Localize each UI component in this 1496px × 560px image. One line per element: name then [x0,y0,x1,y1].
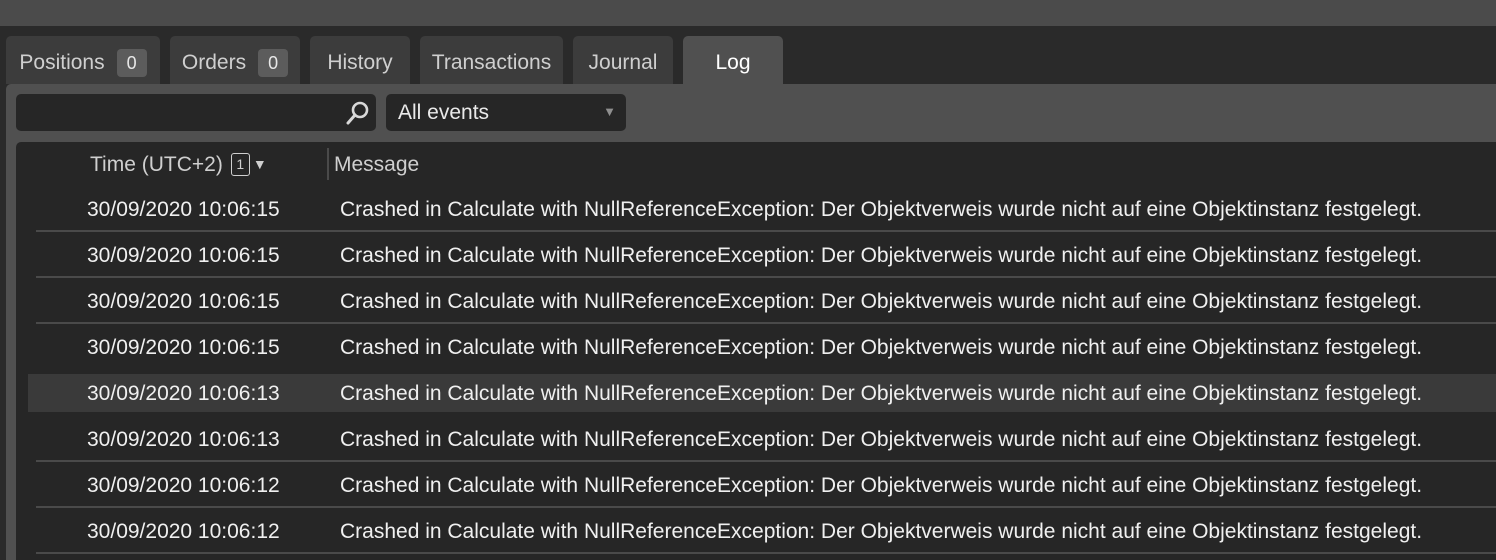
row-message: Crashed in Calculate with NullReferenceE… [340,244,1423,267]
column-header-message[interactable]: Message [334,153,419,177]
column-resize-handle[interactable] [327,148,329,180]
tab-count-badge: 0 [116,49,147,77]
row-message: Crashed in Calculate with NullReferenceE… [340,336,1423,359]
row-time: 30/09/2020 10:06:15 [87,336,280,359]
window-top-bar [0,0,1496,26]
tab-label: Log [715,51,751,74]
row-time: 30/09/2020 10:06:15 [87,244,280,267]
table-row[interactable]: 30/09/2020 10:06:12 Crashed in Calculate… [36,508,1496,554]
search-box[interactable] [16,94,376,131]
row-time: 30/09/2020 10:06:12 [87,520,280,543]
row-message: Crashed in Calculate with NullReferenceE… [340,520,1423,543]
row-message: Crashed in Calculate with NullReferenceE… [340,198,1423,221]
table-row[interactable]: 30/09/2020 10:06:15 Crashed in Calculate… [36,232,1496,278]
tab-label: Orders [181,51,247,74]
tab-label: Journal [588,51,658,74]
row-message: Crashed in Calculate with NullReferenceE… [340,474,1423,497]
tab-label: Positions [19,51,105,74]
row-time: 30/09/2020 10:06:15 [87,290,280,313]
tab-label: History [327,51,393,74]
table-row[interactable]: 30/09/2020 10:06:15 Crashed in Calculate… [36,324,1496,370]
tab-strip: Positions 0 Orders 0 History Transaction… [0,26,1496,84]
search-input[interactable] [24,98,338,129]
log-panel: All events ▼ Time (UTC+2) 1 ▼ Message 30/0… [6,84,1496,560]
tab-history[interactable]: History [310,36,410,84]
search-icon[interactable] [344,99,372,127]
row-time: 30/09/2020 10:06:13 [87,382,280,405]
log-grid: Time (UTC+2) 1 ▼ Message 30/09/2020 10:06:… [16,142,1496,560]
tab-journal[interactable]: Journal [573,36,673,84]
tab-count-badge: 0 [258,49,289,77]
tab-log[interactable]: Log [683,36,783,84]
row-time: 30/09/2020 10:06:13 [87,428,280,451]
table-row[interactable]: 30/09/2020 10:06:15 Crashed in Calculate… [36,278,1496,324]
table-row[interactable]: 30/09/2020 10:06:15 Crashed in Calculate… [36,186,1496,232]
event-filter-dropdown[interactable]: All events ▼ [386,94,626,131]
tab-positions[interactable]: Positions 0 [6,36,160,84]
row-time: 30/09/2020 10:06:15 [87,198,280,221]
row-divider [36,552,1496,554]
event-filter-value: All events [398,101,490,124]
tab-transactions[interactable]: Transactions [420,36,563,84]
sort-desc-icon: ▼ [252,156,267,172]
table-row[interactable]: 30/09/2020 10:06:13 Crashed in Calculate… [36,416,1496,462]
row-time: 30/09/2020 10:06:12 [87,474,280,497]
chevron-down-icon: ▼ [603,104,616,119]
tab-orders[interactable]: Orders 0 [170,36,300,84]
column-header-time[interactable]: Time (UTC+2) 1 ▼ [90,153,267,177]
sort-order-badge: 1 [230,153,250,176]
row-message: Crashed in Calculate with NullReferenceE… [340,382,1423,405]
grid-header: Time (UTC+2) 1 ▼ Message [16,142,1496,186]
row-message: Crashed in Calculate with NullReferenceE… [340,290,1423,313]
column-header-time-label: Time (UTC+2) [90,153,223,176]
table-row-selected[interactable]: 30/09/2020 10:06:13 Crashed in Calculate… [28,374,1496,412]
table-row[interactable]: 30/09/2020 10:06:12 Crashed in Calculate… [36,462,1496,508]
tab-label: Transactions [431,51,552,74]
row-message: Crashed in Calculate with NullReferenceE… [340,428,1423,451]
